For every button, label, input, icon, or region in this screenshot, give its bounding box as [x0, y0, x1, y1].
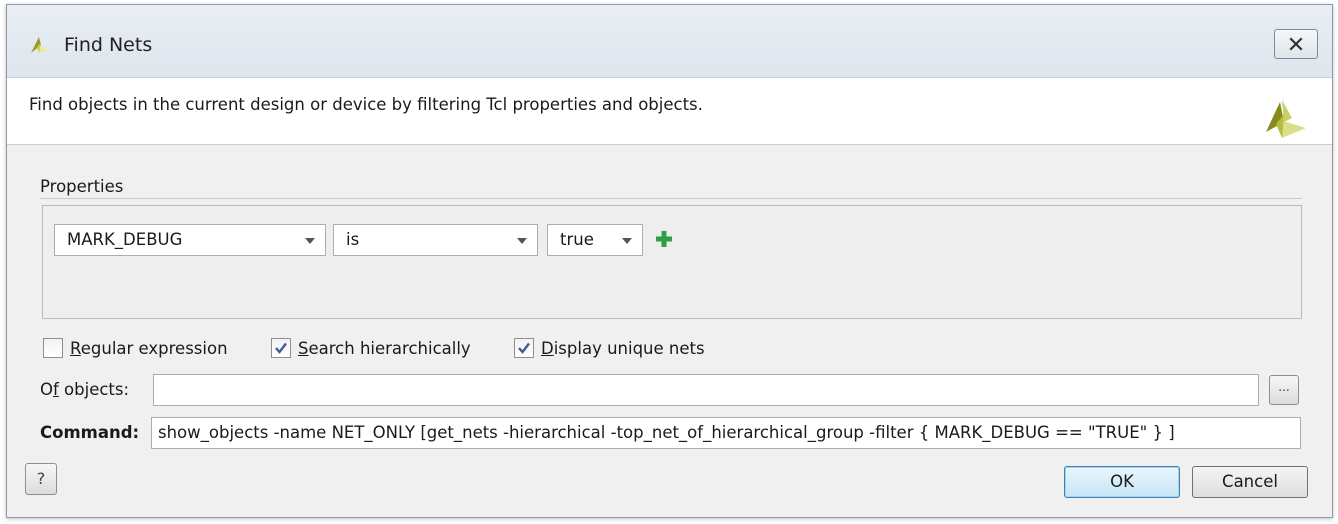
mnemonic: D: [541, 338, 554, 358]
find-nets-dialog: Find Nets Find objects in the current de…: [6, 4, 1333, 518]
mnemonic: R: [70, 338, 81, 358]
title-bar[interactable]: Find Nets: [7, 5, 1332, 85]
search-hierarchically-checkbox[interactable]: Search hierarchically: [271, 335, 471, 361]
vivado-logo-icon: [1266, 100, 1306, 138]
browse-button[interactable]: ...: [1269, 375, 1299, 405]
property-name-select[interactable]: MARK_DEBUG: [54, 224, 326, 256]
of-objects-label: Of objects:: [40, 380, 130, 399]
checkmark-icon: [518, 342, 530, 354]
checkmark-icon: [275, 342, 287, 354]
dialog-description: Find objects in the current design or de…: [29, 95, 703, 114]
section-divider: [40, 198, 1302, 199]
value-select[interactable]: true: [547, 224, 643, 256]
help-button[interactable]: ?: [25, 463, 57, 495]
display-unique-nets-label: isplay unique nets: [553, 338, 705, 358]
regular-expression-label: egular expression: [80, 338, 228, 358]
property-name-value: MARK_DEBUG: [67, 230, 183, 249]
description-header: Find objects in the current design or de…: [7, 77, 1332, 145]
ok-button[interactable]: OK: [1064, 466, 1180, 498]
plus-icon[interactable]: [655, 230, 673, 248]
close-icon: [1289, 37, 1303, 51]
checkbox-unchecked[interactable]: [43, 338, 63, 358]
mnemonic: S: [298, 338, 309, 358]
command-field[interactable]: show_objects -name NET_ONLY [get_nets -h…: [151, 417, 1301, 449]
of-objects-input[interactable]: [153, 374, 1259, 406]
search-hierarchically-label: earch hierarchically: [308, 338, 471, 358]
operator-select[interactable]: is: [333, 224, 538, 256]
vivado-app-icon: [31, 37, 49, 53]
chevron-down-icon: [517, 238, 527, 244]
value-value: true: [560, 230, 594, 249]
properties-panel: MARK_DEBUG is true: [42, 205, 1302, 319]
window-title: Find Nets: [64, 34, 153, 56]
command-label: Command:: [40, 423, 140, 442]
properties-section-label: Properties: [40, 177, 124, 196]
regular-expression-checkbox[interactable]: Regular expression: [43, 335, 228, 361]
display-unique-nets-checkbox[interactable]: Display unique nets: [514, 335, 705, 361]
checkbox-checked[interactable]: [271, 338, 291, 358]
operator-value: is: [346, 230, 360, 249]
close-button[interactable]: [1274, 29, 1318, 59]
chevron-down-icon: [622, 238, 632, 244]
chevron-down-icon: [305, 238, 315, 244]
cancel-button[interactable]: Cancel: [1192, 466, 1308, 498]
checkbox-checked[interactable]: [514, 338, 534, 358]
